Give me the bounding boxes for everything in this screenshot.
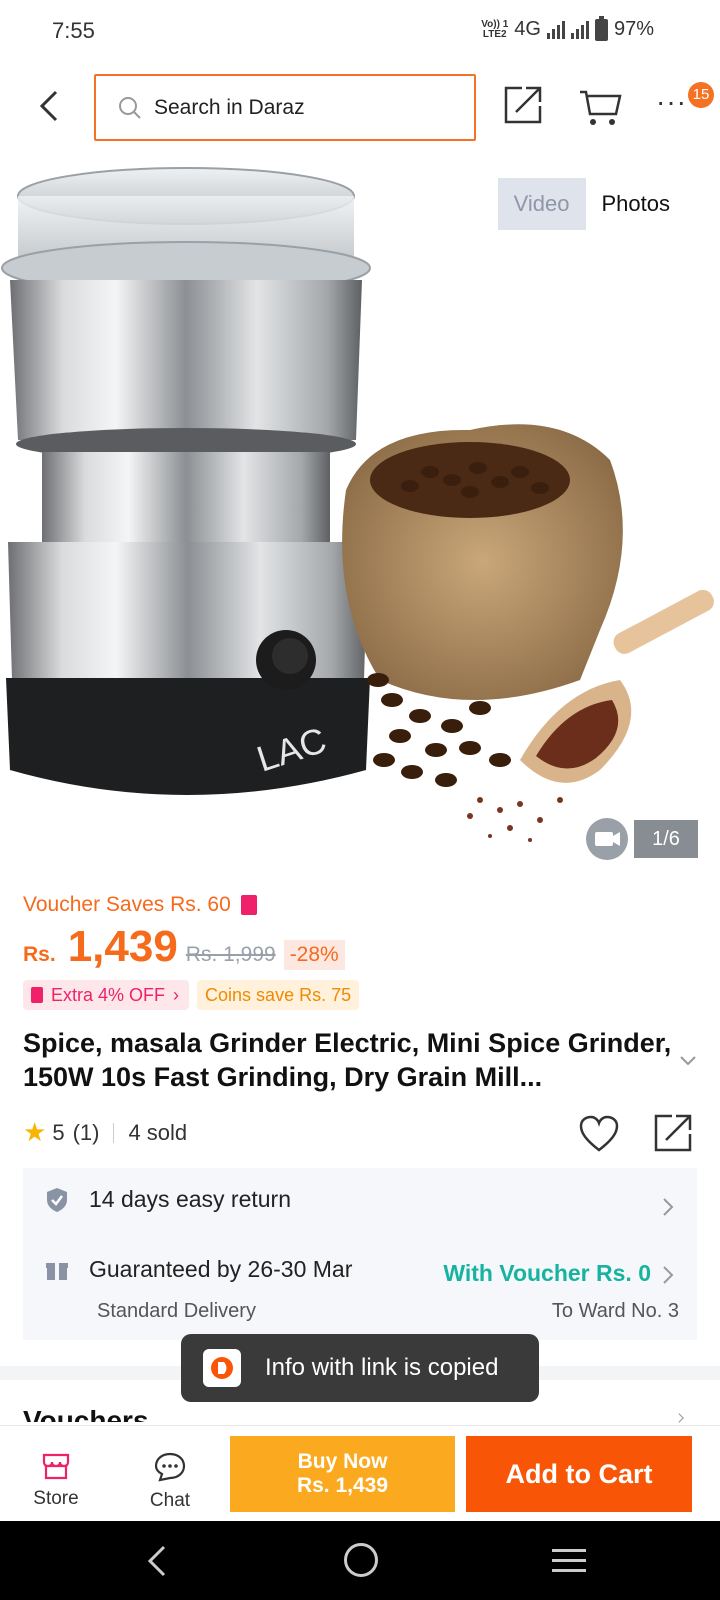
signal-2-icon	[570, 20, 589, 39]
product-title[interactable]: Spice, masala Grinder Electric, Mini Spi…	[23, 1026, 673, 1094]
cart-badge: 15	[688, 82, 714, 108]
divider	[113, 1122, 115, 1143]
guarantee-text: Guaranteed by 26-30 Mar	[89, 1256, 353, 1282]
search-icon	[119, 96, 141, 119]
chevron-right-icon: ›	[173, 984, 180, 1005]
store-label: Store	[33, 1488, 79, 1509]
cart-icon[interactable]	[578, 86, 622, 128]
store-icon	[42, 1453, 70, 1480]
nav-home-icon[interactable]	[344, 1543, 378, 1577]
delivery-row[interactable]: Guaranteed by 26-30 Mar	[45, 1256, 352, 1283]
status-icons: Vo)) 1 LTE2 4G 97%	[481, 15, 654, 41]
tab-video[interactable]: Video	[497, 178, 586, 230]
volte-indicator: Vo)) 1 LTE2	[481, 19, 508, 40]
search-input[interactable]: Search in Daraz	[94, 74, 476, 141]
currency-label: Rs.	[23, 943, 56, 966]
system-navigation-bar	[0, 1521, 720, 1600]
extra-off-label: Extra 4% OFF	[51, 984, 166, 1005]
lte-label: LTE2	[482, 28, 507, 40]
toast-message: Info with link is copied	[265, 1354, 499, 1381]
battery-icon	[594, 15, 608, 41]
extra-off-chip[interactable]: Extra 4% OFF ›	[23, 980, 190, 1010]
rating-value: 5	[52, 1119, 65, 1145]
chevron-right-icon[interactable]	[661, 1196, 675, 1218]
wishlist-heart-icon[interactable]	[578, 1114, 620, 1154]
product-image: LAC	[1, 167, 714, 842]
tab-photos[interactable]: Photos	[586, 178, 687, 230]
discount-badge: -28%	[283, 940, 345, 970]
chevron-right-icon[interactable]	[674, 1412, 688, 1424]
chat-icon	[154, 1452, 186, 1482]
vouchers-section-title[interactable]: Vouchers	[23, 1404, 149, 1422]
nav-back-icon[interactable]	[142, 1543, 172, 1579]
share-icon[interactable]	[652, 1112, 694, 1154]
delivery-destination: To Ward No. 3	[551, 1300, 679, 1322]
product-image-gallery[interactable]: LAC Video Photos 1/6	[0, 160, 720, 860]
search-placeholder: Search in Daraz	[154, 95, 305, 119]
rating-row[interactable]: ★ 5 (1) 4 sold	[23, 1117, 187, 1148]
current-price: 1,439	[67, 922, 178, 971]
delivery-box-icon	[46, 1262, 68, 1280]
original-price: Rs. 1,999	[185, 943, 276, 966]
toast-notification: Info with link is copied	[181, 1334, 539, 1402]
voucher-icon	[240, 895, 257, 915]
video-camera-icon[interactable]	[586, 818, 628, 860]
price-row: Rs. 1,439 Rs. 1,999 -28%	[23, 922, 345, 972]
service-info-box: 14 days easy return Guaranteed by 26-30 …	[23, 1168, 697, 1340]
buy-now-price: Rs. 1,439	[296, 1474, 389, 1497]
signal-1-icon	[546, 20, 565, 39]
voucher-saves-text: Voucher Saves Rs. 60	[23, 893, 231, 916]
app-logo-icon	[203, 1349, 241, 1387]
with-voucher-text[interactable]: With Voucher Rs. 0	[443, 1260, 651, 1287]
return-policy-text: 14 days easy return	[89, 1186, 292, 1212]
network-tech: 4G	[514, 18, 541, 40]
promo-row: Extra 4% OFF › Coins save Rs. 75	[23, 980, 360, 1010]
nav-recents-icon[interactable]	[552, 1549, 586, 1573]
review-count: (1)	[72, 1119, 100, 1145]
back-arrow-icon[interactable]	[30, 84, 70, 128]
voucher-icon	[31, 987, 43, 1003]
chevron-down-icon[interactable]	[678, 1052, 698, 1070]
buy-now-button[interactable]: Buy Now Rs. 1,439	[230, 1436, 455, 1512]
chat-button[interactable]: Chat	[136, 1452, 204, 1512]
shield-icon	[47, 1187, 67, 1212]
media-tabs: Video Photos	[497, 178, 687, 230]
chat-label: Chat	[149, 1490, 191, 1511]
coins-chip[interactable]: Coins save Rs. 75	[197, 980, 360, 1010]
star-icon: ★	[23, 1117, 47, 1147]
status-bar: 7:55 Vo)) 1 LTE2 4G 97%	[0, 0, 720, 62]
store-button[interactable]: Store	[22, 1452, 90, 1510]
status-time: 7:55	[52, 18, 95, 43]
buy-now-label: Buy Now	[297, 1450, 388, 1473]
voucher-saves[interactable]: Voucher Saves Rs. 60	[23, 893, 257, 917]
image-counter: 1/6	[634, 820, 698, 858]
add-to-cart-button[interactable]: Add to Cart	[466, 1436, 692, 1512]
top-header: Search in Daraz ···	[0, 70, 720, 142]
bottom-action-bar: Store Chat Buy Now Rs. 1,439 Add to Cart	[0, 1425, 720, 1521]
chevron-right-icon[interactable]	[661, 1264, 675, 1286]
battery-percent: 97%	[613, 18, 654, 40]
delivery-type: Standard Delivery	[97, 1300, 256, 1322]
share-icon[interactable]	[502, 84, 544, 126]
sold-count: 4 sold	[128, 1119, 188, 1145]
return-policy-row[interactable]: 14 days easy return	[45, 1186, 291, 1213]
